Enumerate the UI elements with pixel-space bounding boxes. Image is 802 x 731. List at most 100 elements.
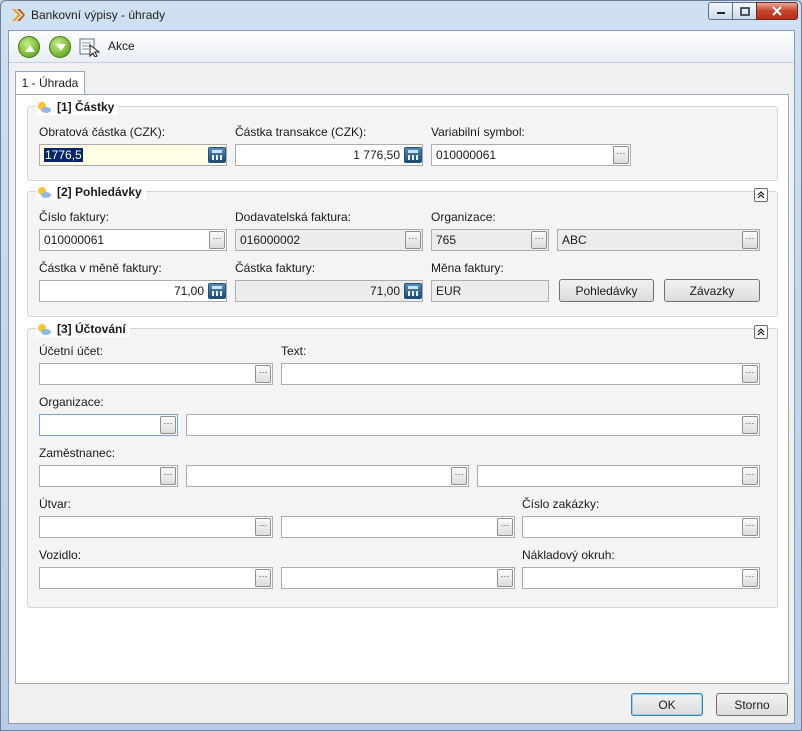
vs-field[interactable]: 010000061 [431,144,631,166]
vozidlo-name-field[interactable] [281,567,515,589]
obratova-field[interactable]: 1776,5 [39,144,227,166]
okruh-field[interactable] [522,567,760,589]
group-uctovani-title: [3] Účtování [57,322,126,336]
mena-field: EUR [431,280,549,302]
utvar-name-field[interactable] [281,516,515,538]
ellipsis-button[interactable]: ··· [451,467,467,485]
castka-faktury-field: 71,00 [235,280,423,302]
zamestnanec-extra-field[interactable] [477,465,760,487]
window-title: Bankovní výpisy - úhrady [31,8,166,22]
obratova-value: 1776,5 [44,148,83,162]
move-down-button[interactable] [49,36,71,58]
ok-button[interactable]: OK [631,693,703,716]
group-pohledavky: [2] Pohledávky Číslo faktury: 010000061 … [27,184,778,317]
minimize-button[interactable] [708,2,733,20]
organizace3-name-field[interactable] [186,414,760,436]
cislo-faktury-field[interactable]: 010000061 [39,229,227,251]
ellipsis-button[interactable]: ··· [497,518,513,536]
zakazka-field[interactable] [522,516,760,538]
group-uctovani: [3] Účtování Účetní účet: ··· Text: ··· … [27,321,778,608]
zamestnanec-name-field[interactable] [186,465,469,487]
ellipsis-button[interactable]: ··· [742,231,758,249]
ellipsis-button[interactable]: ··· [160,467,176,485]
utvar-code-field[interactable] [39,516,273,538]
castka-faktury-label: Částka faktury: [235,261,316,275]
ellipsis-button[interactable]: ··· [497,569,513,587]
tab-panel: [1] Částky Obratová částka (CZK): 1776,5… [15,94,789,684]
organizace3-label: Organizace: [39,395,104,409]
ellipsis-button[interactable]: ··· [742,518,758,536]
castka-mena-label: Částka v měně faktury: [39,261,162,275]
app-icon [12,9,25,21]
weather-icon [38,187,51,198]
dodavatelska-label: Dodavatelská faktura: [235,210,352,224]
collapse-button[interactable] [754,188,768,202]
maximize-icon [739,6,750,16]
zamestnanec-label: Zaměstnanec: [39,446,116,460]
group-uctovani-header: [3] Účtování [36,321,130,337]
tab-uhrada[interactable]: 1 - Úhrada [15,71,85,95]
ucet-label: Účetní účet: [39,344,104,358]
zamestnanec-code-field[interactable] [39,465,178,487]
transakce-label: Částka transakce (CZK): [235,125,367,139]
ellipsis-button[interactable]: ··· [405,231,421,249]
client-area: Akce 1 - Úhrada [1] Částky Obratová část… [8,30,795,724]
actions-label[interactable]: Akce [108,39,135,53]
utvar-label: Útvar: [39,497,72,511]
zavazky-button[interactable]: Závazky [664,279,760,302]
vs-label: Variabilní symbol: [431,125,525,139]
calculator-icon[interactable] [208,147,226,163]
organizace3-code-field[interactable] [39,414,178,436]
weather-icon [38,102,51,113]
dodavatelska-field: 016000002 [235,229,423,251]
ellipsis-button[interactable]: ··· [613,146,629,164]
actions-icon[interactable] [79,37,101,57]
zakazka-label: Číslo zakázky: [522,497,600,511]
ellipsis-button[interactable]: ··· [160,416,176,434]
pohledavky-button[interactable]: Pohledávky [559,279,654,302]
group-castky: [1] Částky Obratová částka (CZK): 1776,5… [27,99,778,181]
castka-mena-field[interactable]: 71,00 [39,280,227,302]
organizace-label: Organizace: [431,210,496,224]
text-field[interactable] [281,363,760,385]
transakce-field[interactable]: 1 776,50 [235,144,423,166]
ellipsis-button[interactable]: ··· [255,569,271,587]
arrow-down-icon [56,44,66,51]
title-bar: Bankovní výpisy - úhrady [1,1,801,29]
okruh-label: Nákladový okruh: [522,548,615,562]
mena-label: Měna faktury: [431,261,504,275]
ellipsis-button[interactable]: ··· [742,365,758,383]
obratova-label: Obratová částka (CZK): [39,125,166,139]
collapse-button[interactable] [754,325,768,339]
ucet-field[interactable] [39,363,273,385]
move-up-button[interactable] [18,36,40,58]
storno-button[interactable]: Storno [716,693,788,716]
group-castky-title: [1] Částky [57,100,115,114]
group-pohledavky-title: [2] Pohledávky [57,185,142,199]
collapse-icon [757,191,765,199]
calculator-icon[interactable] [404,283,422,299]
ellipsis-button[interactable]: ··· [209,231,225,249]
ellipsis-button[interactable]: ··· [742,569,758,587]
ellipsis-button[interactable]: ··· [255,518,271,536]
dialog-window: Bankovní výpisy - úhrady Akce 1 - Úhrada… [0,0,802,731]
text-label: Text: [281,344,307,358]
weather-icon [38,324,51,335]
calculator-icon[interactable] [404,147,422,163]
maximize-button[interactable] [732,2,757,20]
close-icon [772,6,782,16]
vozidlo-code-field[interactable] [39,567,273,589]
organizace-name-field: ABC [557,229,760,251]
collapse-icon [757,328,765,336]
close-button[interactable] [756,2,798,20]
calculator-icon[interactable] [208,283,226,299]
ellipsis-button[interactable]: ··· [531,231,547,249]
arrow-up-icon [25,45,35,52]
toolbar: Akce [9,31,794,63]
ellipsis-button[interactable]: ··· [742,467,758,485]
minimize-icon [716,12,725,14]
group-pohledavky-header: [2] Pohledávky [36,184,146,200]
group-castky-header: [1] Částky [36,99,119,115]
ellipsis-button[interactable]: ··· [255,365,271,383]
ellipsis-button[interactable]: ··· [742,416,758,434]
